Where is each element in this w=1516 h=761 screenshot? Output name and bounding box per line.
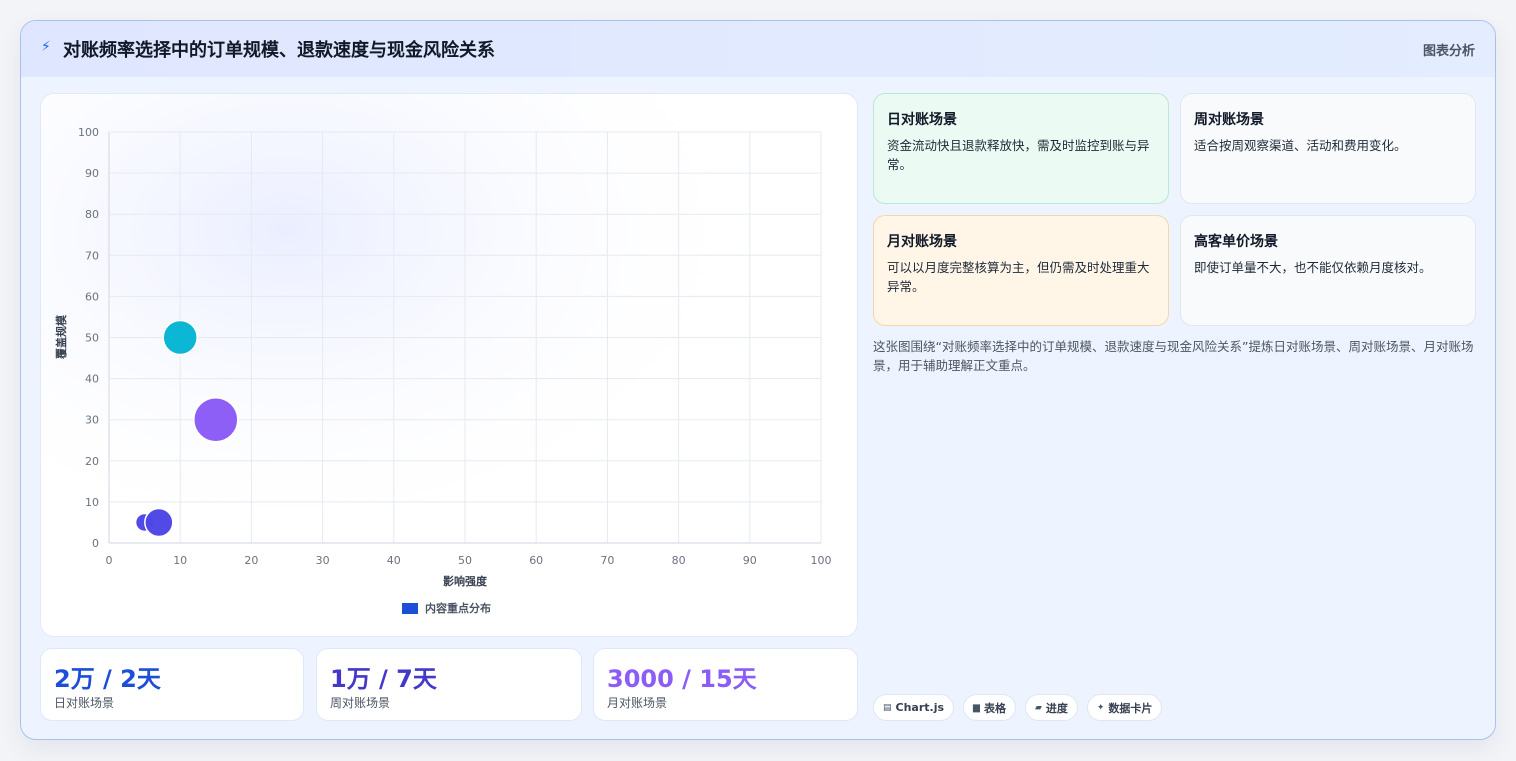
scene-desc: 即使订单量不大，也不能仅依赖月度核对。: [1194, 260, 1432, 275]
stat-card-daily: 2万 / 2天 日对账场景: [40, 648, 304, 721]
stat-card-weekly: 1万 / 7天 周对账场景: [316, 648, 582, 721]
x-tick-label: 80: [672, 554, 686, 567]
scene-title: 高客单价场景: [1194, 234, 1278, 250]
lightning-icon: ⚡: [41, 39, 51, 55]
scene-title: 周对账场景: [1194, 112, 1264, 128]
y-tick-label: 80: [85, 208, 99, 221]
scene-desc: 资金流动快且退款释放快，需及时监控到账与异常。: [887, 138, 1150, 172]
y-tick-label: 30: [85, 414, 99, 427]
y-tick-label: 60: [85, 290, 99, 303]
legend-label[interactable]: 内容重点分布: [425, 601, 491, 615]
x-axis-label: 影响强度: [443, 574, 488, 588]
x-tick-label: 70: [600, 554, 614, 567]
y-tick-label: 100: [78, 126, 99, 139]
stat-label: 周对账场景: [330, 696, 391, 710]
scene-title: 月对账场景: [887, 234, 957, 250]
x-tick-label: 10: [173, 554, 187, 567]
progress-icon: ▰: [1034, 702, 1042, 713]
tag-progress[interactable]: ▰ 进度: [1024, 694, 1078, 721]
x-tick-label: 90: [743, 554, 757, 567]
card-header: ⚡ 对账频率选择中的订单规模、退款速度与现金风险关系 图表分析: [21, 21, 1495, 77]
x-tick-label: 30: [316, 554, 330, 567]
tag-label: 数据卡片: [1108, 701, 1153, 715]
y-axis-label: 覆盖规模: [54, 314, 68, 359]
bubble-point[interactable]: [144, 507, 174, 538]
tag-label: 进度: [1045, 701, 1068, 715]
scene-card-high-price: 高客单价场景 即使订单量不大，也不能仅依赖月度核对。: [1180, 215, 1476, 326]
page-title: 对账频率选择中的订单规模、退款速度与现金风险关系: [63, 40, 495, 61]
stat-label: 日对账场景: [54, 696, 115, 710]
x-tick-label: 0: [106, 554, 113, 567]
scene-card-monthly: 月对账场景 可以以月度完整核算为主，但仍需及时处理重大异常。: [873, 215, 1169, 326]
scene-card-daily: 日对账场景 资金流动快且退款释放快，需及时监控到账与异常。: [873, 93, 1169, 204]
scene-desc: 可以以月度完整核算为主，但仍需及时处理重大异常。: [887, 260, 1150, 294]
x-tick-label: 100: [811, 554, 832, 567]
stat-value: 2万 / 2天: [54, 665, 161, 693]
scene-title: 日对账场景: [887, 112, 957, 128]
tag-data-card[interactable]: ✦ 数据卡片: [1086, 694, 1163, 721]
y-tick-label: 40: [85, 373, 99, 386]
y-tick-label: 0: [92, 537, 99, 550]
table-icon: ▆: [973, 702, 980, 713]
tag-chartjs[interactable]: ▤ Chart.js: [873, 694, 955, 721]
tech-tags: ▤ Chart.js ▆ 表格 ▰ 进度 ✦ 数据卡片: [873, 694, 1163, 721]
y-tick-label: 20: [85, 455, 99, 468]
scene-desc: 适合按周观察渠道、活动和费用变化。: [1194, 138, 1407, 153]
stat-value: 1万 / 7天: [330, 665, 437, 693]
y-tick-label: 70: [85, 249, 99, 262]
chart-analysis-badge: 图表分析: [1422, 44, 1475, 59]
bubble-point[interactable]: [162, 319, 198, 356]
legend-swatch[interactable]: [402, 603, 418, 614]
chart-summary: 这张图围绕“对账频率选择中的订单规模、退款速度与现金风险关系”提炼日对账场景、周…: [873, 339, 1474, 373]
x-tick-label: 20: [244, 554, 258, 567]
chart-icon: ▤: [883, 702, 892, 713]
scene-card-weekly: 周对账场景 适合按周观察渠道、活动和费用变化。: [1180, 93, 1476, 204]
x-tick-label: 50: [458, 554, 472, 567]
tag-table[interactable]: ▆ 表格: [963, 694, 1016, 721]
x-tick-label: 40: [387, 554, 401, 567]
y-tick-label: 90: [85, 167, 99, 180]
bubble-point[interactable]: [193, 396, 239, 443]
stat-card-monthly: 3000 / 15天 月对账场景: [593, 648, 858, 721]
stat-value: 3000 / 15天: [607, 665, 757, 693]
bubble-chart-panel: 0 10 20 30 40 50 60 70 80 90 100 0 10 20 30 40 50 60 70 80 9…: [40, 93, 858, 637]
stat-label: 月对账场景: [607, 696, 668, 710]
sparkle-icon: ✦: [1096, 702, 1105, 713]
chart-card: ⚡ 对账频率选择中的订单规模、退款速度与现金风险关系 图表分析 0 10 20 30 4…: [20, 20, 1496, 740]
tag-label: Chart.js: [895, 701, 945, 714]
y-tick-label: 10: [85, 496, 99, 509]
bubble-chart: 0 10 20 30 40 50 60 70 80 90 100 0 10 20 30 40 50 60 70 80 9…: [41, 94, 857, 636]
tag-label: 表格: [983, 701, 1006, 715]
x-tick-label: 60: [529, 554, 543, 567]
y-tick-label: 50: [85, 332, 99, 345]
